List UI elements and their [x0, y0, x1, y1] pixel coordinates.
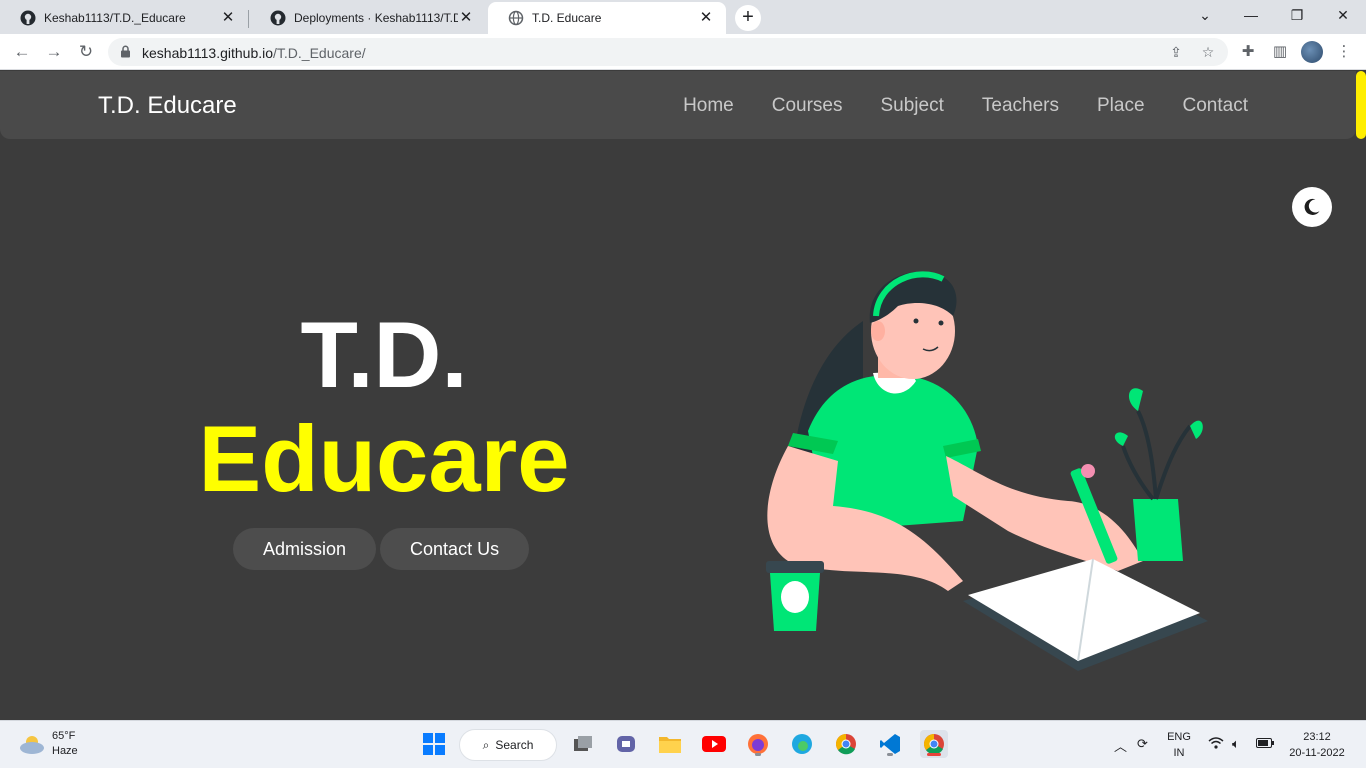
weather-widget[interactable]: 65°F Haze — [18, 729, 78, 759]
youtube-icon[interactable] — [700, 730, 728, 758]
share-icon[interactable]: ⇪ — [1168, 44, 1184, 60]
bookmark-star-icon[interactable]: ☆ — [1200, 44, 1216, 60]
start-button[interactable] — [420, 730, 448, 758]
taskbar-search[interactable]: ⌕ Search — [459, 729, 557, 761]
nav-links: Home Courses Subject Teachers Place Cont… — [683, 95, 1248, 117]
clock-time: 23:12 — [1303, 731, 1331, 743]
close-tab-icon[interactable]: ✕ — [220, 10, 236, 26]
extensions-puzzle-icon[interactable]: ✚ — [1238, 42, 1258, 62]
close-tab-icon[interactable]: ✕ — [698, 10, 714, 26]
page-scrollbar-thumb[interactable] — [1356, 71, 1366, 139]
chevron-up-icon[interactable]: ︿ — [1114, 736, 1127, 755]
language-label: ENG — [1167, 731, 1191, 743]
dark-mode-toggle[interactable] — [1292, 187, 1332, 227]
tab-title: T.D. Educare — [532, 11, 602, 25]
nav-link-home[interactable]: Home — [683, 95, 734, 117]
tab-title: Deployments · Keshab1113/T.D._ — [294, 11, 458, 25]
contact-us-button[interactable]: Contact Us — [380, 528, 530, 570]
clock-date: 20-11-2022 — [1289, 747, 1345, 759]
windows-taskbar: 65°F Haze ⌕ Search ︿ ⟳ ENG IN 🔈︎ 23:12 2… — [0, 720, 1366, 768]
web-page: T.D. Educare Home Courses Subject Teache… — [0, 71, 1366, 720]
task-view-icon[interactable] — [569, 730, 597, 758]
tab-search-chevron-icon[interactable]: ⌄ — [1182, 0, 1228, 30]
running-indicator — [887, 753, 893, 756]
file-explorer-icon[interactable] — [656, 730, 684, 758]
site-navbar: T.D. Educare Home Courses Subject Teache… — [0, 71, 1356, 139]
vscode-icon[interactable] — [876, 730, 904, 758]
browser-tab-2[interactable]: Deployments · Keshab1113/T.D._ ✕ — [250, 2, 486, 34]
taskbar-search-label: Search — [495, 738, 534, 752]
weather-desc: Haze — [52, 745, 78, 757]
nav-link-contact[interactable]: Contact — [1183, 95, 1248, 117]
browser-toolbar: ← → ↻ keshab1113.github.io/T.D._Educare/… — [0, 34, 1366, 70]
reload-button[interactable]: ↻ — [74, 40, 98, 64]
student-writing-illustration — [766, 271, 1208, 671]
profile-avatar[interactable] — [1301, 41, 1323, 63]
browser-tab-bar: Keshab1113/T.D._Educare ✕ Deployments · … — [0, 0, 1366, 34]
edge-icon[interactable] — [788, 730, 816, 758]
admission-button[interactable]: Admission — [233, 528, 377, 570]
close-tab-icon[interactable]: ✕ — [458, 10, 474, 26]
restore-button[interactable]: ❐ — [1274, 0, 1320, 30]
browser-tab-1[interactable]: Keshab1113/T.D._Educare ✕ — [0, 2, 248, 34]
nav-link-subject[interactable]: Subject — [881, 95, 944, 117]
moon-icon — [1304, 198, 1320, 215]
github-icon — [270, 10, 286, 26]
side-panel-icon[interactable]: ▥ — [1270, 42, 1290, 62]
clock[interactable]: 23:12 20-11-2022 — [1284, 729, 1350, 761]
teams-chat-icon[interactable] — [612, 730, 640, 758]
nav-link-place[interactable]: Place — [1097, 95, 1145, 117]
minimize-button[interactable]: — — [1228, 0, 1274, 30]
url-host: keshab1113.github.io — [142, 45, 274, 61]
github-icon — [20, 10, 36, 26]
weather-temp: 65°F — [52, 730, 76, 742]
firefox-icon[interactable] — [744, 730, 772, 758]
windows-logo-icon — [423, 733, 445, 755]
volume-icon[interactable]: 🔈︎ — [1232, 736, 1240, 752]
region-label: IN — [1173, 747, 1185, 759]
nav-link-teachers[interactable]: Teachers — [982, 95, 1059, 117]
battery-icon[interactable] — [1256, 736, 1274, 751]
close-window-button[interactable]: ✕ — [1320, 0, 1366, 30]
url-path: /T.D._Educare/ — [273, 45, 366, 61]
globe-icon — [508, 10, 524, 26]
back-button[interactable]: ← — [10, 40, 34, 64]
hero-title-line-1: T.D. — [300, 302, 468, 407]
menu-kebab-icon[interactable]: ⋮ — [1334, 42, 1354, 62]
search-icon: ⌕ — [482, 737, 490, 752]
hero-buttons: Admission Contact Us — [233, 528, 530, 570]
tab-title: Keshab1113/T.D._Educare — [44, 11, 186, 25]
sync-icon[interactable]: ⟳ — [1137, 736, 1148, 752]
lock-icon — [121, 45, 130, 58]
browser-tab-3[interactable]: T.D. Educare ✕ — [488, 2, 726, 34]
wifi-icon[interactable] — [1208, 736, 1224, 753]
url-text: keshab1113.github.io/T.D._Educare/ — [142, 45, 366, 61]
chrome-active-window-icon[interactable] — [920, 730, 948, 758]
weather-haze-icon — [20, 736, 44, 754]
nav-link-courses[interactable]: Courses — [772, 95, 843, 117]
chrome-icon[interactable] — [832, 730, 860, 758]
forward-button[interactable]: → — [42, 40, 66, 64]
tab-divider — [248, 10, 249, 28]
language-indicator[interactable]: ENG IN — [1162, 729, 1196, 761]
new-tab-button[interactable]: + — [735, 5, 761, 31]
running-indicator — [755, 753, 761, 756]
active-indicator — [927, 753, 941, 756]
site-brand[interactable]: T.D. Educare — [98, 92, 237, 120]
hero-title-line-2: Educare — [198, 406, 570, 511]
address-bar[interactable]: keshab1113.github.io/T.D._Educare/ ⇪ ☆ — [108, 38, 1228, 66]
